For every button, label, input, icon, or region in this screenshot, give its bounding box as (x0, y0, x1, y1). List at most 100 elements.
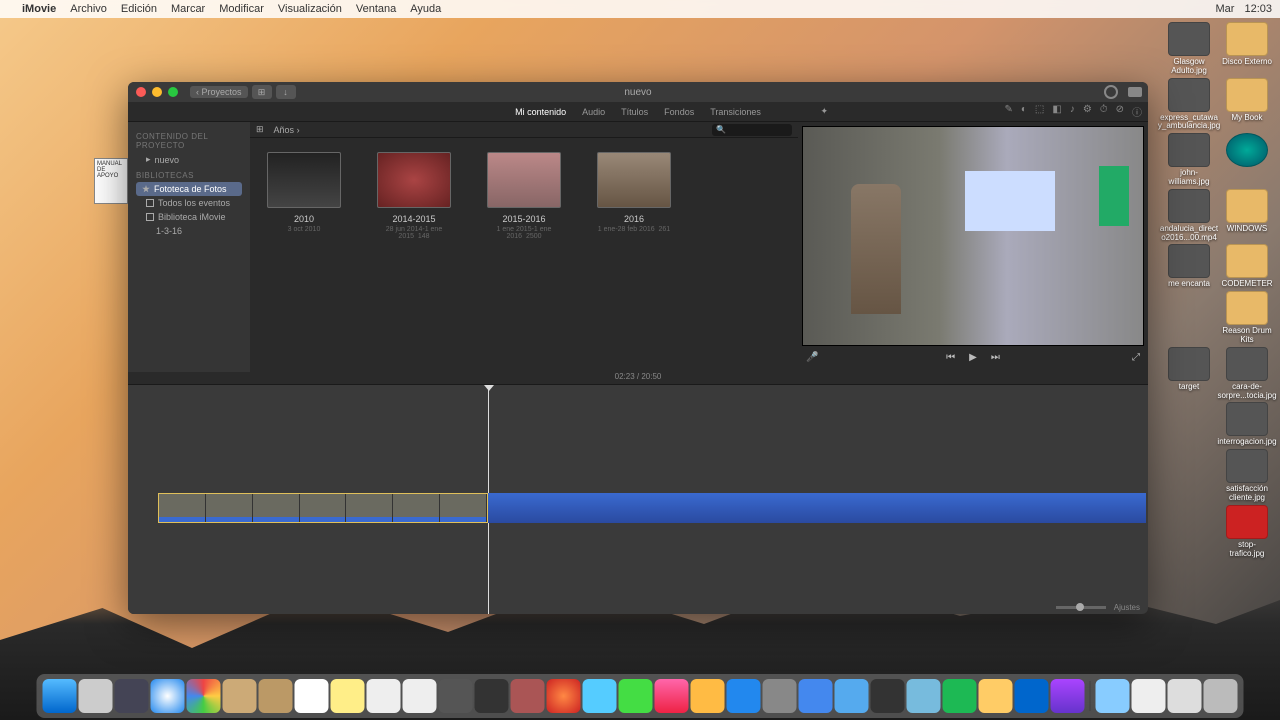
tab-fondos[interactable]: Fondos (664, 107, 694, 117)
tab-audio[interactable]: Audio (582, 107, 605, 117)
stabilize-icon[interactable]: ◧ (1052, 104, 1061, 119)
next-button[interactable]: ⏭ (991, 352, 1000, 363)
desktop-item[interactable]: stop-trafico.jpg (1222, 505, 1272, 559)
desktop-item[interactable]: interrogacion.jpg (1222, 402, 1272, 447)
sidebar-item-nuevo[interactable]: ▸nuevo (136, 152, 242, 167)
desktop-doc-left[interactable]: MANUAL DE APOYO (94, 158, 128, 204)
record-icon[interactable] (1104, 85, 1118, 99)
filter-icon[interactable]: ⊘ (1116, 104, 1124, 119)
dock-app-safari[interactable] (151, 679, 185, 713)
event-2014-2015[interactable]: 2014-201528 jun 2014-1 ene 2015 148 (374, 152, 454, 240)
tab-mi-contenido[interactable]: Mi contenido (515, 107, 566, 117)
close-button[interactable] (136, 87, 146, 97)
play-button[interactable]: ▶ (969, 352, 977, 363)
sidebar-item-todos[interactable]: Todos los eventos (136, 196, 242, 210)
sidebar-item-fototeca[interactable]: Fototeca de Fotos (136, 182, 242, 196)
fullscreen-icon[interactable]: ⤢ (1132, 352, 1140, 363)
dock-app[interactable] (79, 679, 113, 713)
adjust-color-icon[interactable]: ✎ (1004, 104, 1012, 119)
dock-app[interactable] (511, 679, 545, 713)
dock-app[interactable] (583, 679, 617, 713)
dock-app[interactable] (403, 679, 437, 713)
menu-ayuda[interactable]: Ayuda (410, 3, 441, 15)
dock-app-notes[interactable] (331, 679, 365, 713)
speed-icon[interactable]: ⏱ (1100, 104, 1108, 119)
sidebar-item-date[interactable]: 1-3-16 (136, 224, 242, 238)
dock-app-finder[interactable] (43, 679, 77, 713)
voiceover-mic-icon[interactable]: 🎤 (806, 352, 818, 363)
info-icon[interactable]: ⓘ (1132, 104, 1142, 119)
dock-folder[interactable] (1132, 679, 1166, 713)
desktop-item[interactable]: Reason Drum Kits (1222, 291, 1272, 345)
desktop-item[interactable] (1222, 133, 1272, 187)
sidebar-item-biblioteca[interactable]: Biblioteca iMovie (136, 210, 242, 224)
zoom-button[interactable] (168, 87, 178, 97)
desktop-item[interactable]: express_cutawa y_ambulancia.jpg (1164, 78, 1214, 132)
menu-modificar[interactable]: Modificar (219, 3, 264, 15)
dock-app-appstore[interactable] (727, 679, 761, 713)
dock-app[interactable] (115, 679, 149, 713)
dock-app-imovie[interactable] (439, 679, 473, 713)
preview-frame[interactable] (802, 126, 1144, 346)
menu-edicion[interactable]: Edición (121, 3, 157, 15)
menu-visualizacion[interactable]: Visualización (278, 3, 342, 15)
dock-app[interactable] (1015, 679, 1049, 713)
desktop-item[interactable]: Glasgow Adulto.jpg (1164, 22, 1214, 76)
desktop-item[interactable]: Disco Externo (1222, 22, 1272, 76)
dock-app[interactable] (763, 679, 797, 713)
dock-app[interactable] (691, 679, 725, 713)
desktop-item[interactable]: My Book (1222, 78, 1272, 132)
volume-icon[interactable]: ♪ (1070, 104, 1075, 119)
grid-view-icon[interactable]: ⊞ (256, 124, 264, 135)
dock-app-spotify[interactable] (943, 679, 977, 713)
menu-archivo[interactable]: Archivo (70, 3, 107, 15)
dock-app[interactable] (367, 679, 401, 713)
dock-app[interactable] (475, 679, 509, 713)
timeline[interactable]: Ajustes (128, 384, 1148, 614)
color-balance-icon[interactable]: ◐ (1021, 104, 1027, 119)
desktop-item[interactable]: me encanta (1164, 244, 1214, 289)
dock-app[interactable] (835, 679, 869, 713)
layout-toggle-icon[interactable]: ⊞ (252, 85, 272, 99)
dock-app[interactable] (979, 679, 1013, 713)
minimize-button[interactable] (152, 87, 162, 97)
desktop-item[interactable]: andalucia_direct o2016...00.mp4 (1164, 189, 1214, 243)
timeline-clip-remaining[interactable] (488, 493, 1146, 523)
dock-app[interactable] (871, 679, 905, 713)
desktop-item[interactable]: target (1164, 347, 1214, 401)
dock-app[interactable] (907, 679, 941, 713)
dock-app-messages[interactable] (619, 679, 653, 713)
timeline-clip[interactable] (158, 493, 488, 523)
tab-titulos[interactable]: Títulos (621, 107, 648, 117)
dock-app-calendar[interactable] (295, 679, 329, 713)
desktop-item[interactable]: CODEMETER (1222, 244, 1272, 289)
dock-app[interactable] (799, 679, 833, 713)
dock-folder[interactable] (1096, 679, 1130, 713)
dock-app-photobooth[interactable] (547, 679, 581, 713)
dock-app[interactable] (1051, 679, 1085, 713)
crop-icon[interactable]: ⬚ (1035, 104, 1044, 119)
dock-trash[interactable] (1204, 679, 1238, 713)
event-2010[interactable]: 20103 oct 2010 (264, 152, 344, 240)
dock-app-chrome[interactable] (187, 679, 221, 713)
desktop-item[interactable]: satisfacción cliente.jpg (1222, 449, 1272, 503)
event-2015-2016[interactable]: 2015-20161 ene 2015-1 ene 2016 2500 (484, 152, 564, 240)
event-2016[interactable]: 20161 ene-28 feb 2016 261 (594, 152, 674, 240)
share-icon[interactable] (1128, 87, 1142, 97)
noise-icon[interactable]: ⚙ (1083, 104, 1092, 119)
desktop-item[interactable]: cara-de-sorpre...tocia.jpg (1222, 347, 1272, 401)
search-input[interactable]: 🔍 (712, 124, 792, 136)
menu-ventana[interactable]: Ventana (356, 3, 396, 15)
desktop-item[interactable]: WINDOWS (1222, 189, 1272, 243)
dock-app[interactable] (223, 679, 257, 713)
desktop-item[interactable]: john-williams.jpg (1164, 133, 1214, 187)
dock-folder[interactable] (1168, 679, 1202, 713)
enhance-wand-icon[interactable]: ✦ (820, 106, 828, 117)
prev-button[interactable]: ⏮ (946, 352, 955, 363)
ajustes-button[interactable]: Ajustes (1114, 603, 1140, 612)
menu-app[interactable]: iMovie (22, 3, 56, 15)
tab-transiciones[interactable]: Transiciones (710, 107, 761, 117)
menu-marcar[interactable]: Marcar (171, 3, 205, 15)
import-icon[interactable]: ↓ (276, 85, 296, 99)
dock-app[interactable] (259, 679, 293, 713)
